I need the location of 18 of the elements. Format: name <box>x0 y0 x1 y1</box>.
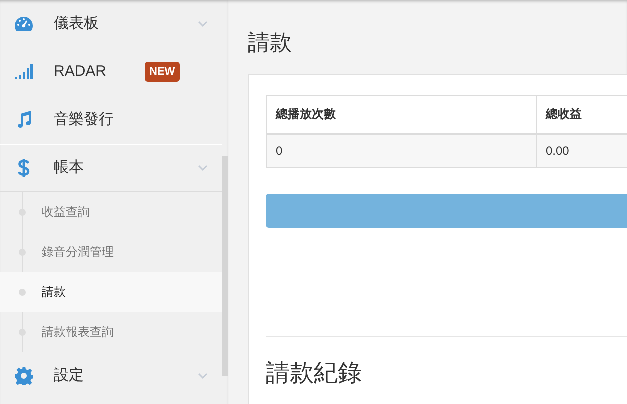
table-cell: 0 <box>266 134 536 168</box>
music-note-icon <box>16 111 32 129</box>
submenu-item[interactable]: 請款報表查詢 <box>0 312 222 352</box>
section-title: 請款紀錄 <box>266 359 363 389</box>
new-badge: NEW <box>144 62 180 82</box>
submenu-item[interactable]: 收益查詢 <box>0 192 222 232</box>
submenu-item[interactable]: 請款 <box>0 272 222 312</box>
bullet-icon <box>19 288 26 296</box>
sidebar-item[interactable]: RADAR NEW <box>0 48 222 96</box>
sidebar-item[interactable]: 儀表板 <box>0 0 222 48</box>
sidebar-item[interactable]: 音樂發行 <box>0 96 222 144</box>
dollar-icon <box>18 158 30 178</box>
gear-icon <box>15 367 33 385</box>
dashboard-icon <box>14 16 34 32</box>
page-title: 請款 <box>248 29 293 57</box>
submenu-item[interactable]: 錄音分潤管理 <box>0 232 222 272</box>
sidebar-item[interactable]: 設定 <box>0 352 222 400</box>
signal-bars-icon <box>15 64 33 80</box>
